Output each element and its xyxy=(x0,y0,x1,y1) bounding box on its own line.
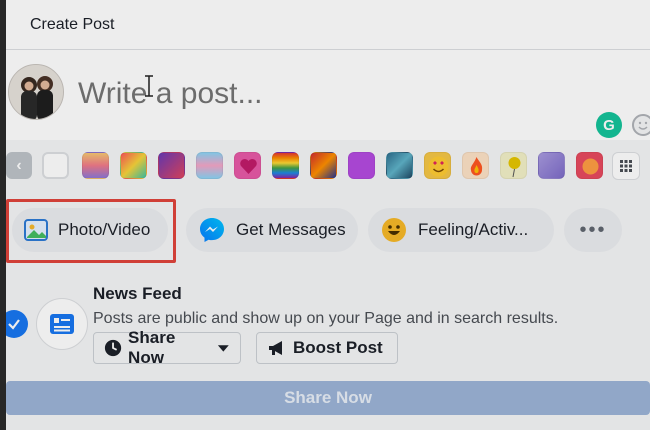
news-feed-title: News Feed xyxy=(93,284,182,303)
grammarly-icon[interactable]: G xyxy=(596,112,622,138)
smiley-icon xyxy=(382,218,406,242)
news-feed-icon xyxy=(36,298,88,350)
feeling-activity-button[interactable]: Feeling/Activ... xyxy=(368,208,554,252)
background-swatch-balloon[interactable] xyxy=(500,152,527,179)
emoji-icon[interactable] xyxy=(632,114,650,136)
caret-down-icon xyxy=(218,345,230,352)
dialog-header: Create Post xyxy=(6,0,650,50)
photo-video-button[interactable]: Photo/Video xyxy=(12,208,168,252)
background-swatch-pride[interactable] xyxy=(272,152,299,179)
checkmark-icon[interactable] xyxy=(6,310,28,338)
background-swatch-solid-purple[interactable] xyxy=(348,152,375,179)
background-swatch-red-orange[interactable] xyxy=(576,152,603,179)
messenger-icon xyxy=(200,218,224,242)
background-swatch-heart[interactable] xyxy=(234,152,261,179)
post-actions: Photo/Video Get Messages Feeling/Activ..… xyxy=(6,200,650,260)
photo-icon xyxy=(24,219,48,241)
background-swatch-yellow[interactable] xyxy=(120,152,147,179)
share-now-dropdown-label: Share Now xyxy=(128,328,176,367)
composer: G xyxy=(6,50,650,140)
background-swatch-purple-red[interactable] xyxy=(158,152,185,179)
photo-video-label: Photo/Video xyxy=(58,220,151,239)
megaphone-icon xyxy=(269,341,282,355)
text-cursor-icon xyxy=(144,75,154,97)
background-swatch-stripes[interactable] xyxy=(310,152,337,179)
create-post-dialog: Create Post G xyxy=(6,0,650,430)
background-swatch-plain[interactable] xyxy=(42,152,69,179)
background-swatch-lavender[interactable] xyxy=(538,152,565,179)
background-swatch-pastel[interactable] xyxy=(196,152,223,179)
grid-icon[interactable] xyxy=(612,152,640,180)
more-options-button[interactable]: ••• xyxy=(564,208,622,252)
clock-icon xyxy=(104,339,122,357)
boost-post-label: Boost Post xyxy=(293,338,383,357)
background-picker: ‹ xyxy=(6,140,650,190)
avatar[interactable] xyxy=(8,64,64,120)
background-swatch-fire[interactable] xyxy=(462,152,489,179)
get-messages-label: Get Messages xyxy=(236,220,346,239)
background-swatch-heart-eyes[interactable] xyxy=(424,152,451,179)
get-messages-button[interactable]: Get Messages xyxy=(186,208,358,252)
boost-post-button[interactable]: Boost Post xyxy=(256,332,398,364)
chevron-left-icon[interactable]: ‹ xyxy=(6,152,32,179)
feeling-activity-label: Feeling/Activ... xyxy=(418,220,529,239)
dialog-title: Create Post xyxy=(30,16,115,33)
background-swatch-teal-art[interactable] xyxy=(386,152,413,179)
background-swatch-rainbow[interactable] xyxy=(82,152,109,179)
share-now-dropdown[interactable]: Share Now xyxy=(93,328,241,367)
news-feed-description: Posts are public and show up on your Pag… xyxy=(93,310,559,327)
share-now-button[interactable]: Share Now xyxy=(6,381,650,415)
